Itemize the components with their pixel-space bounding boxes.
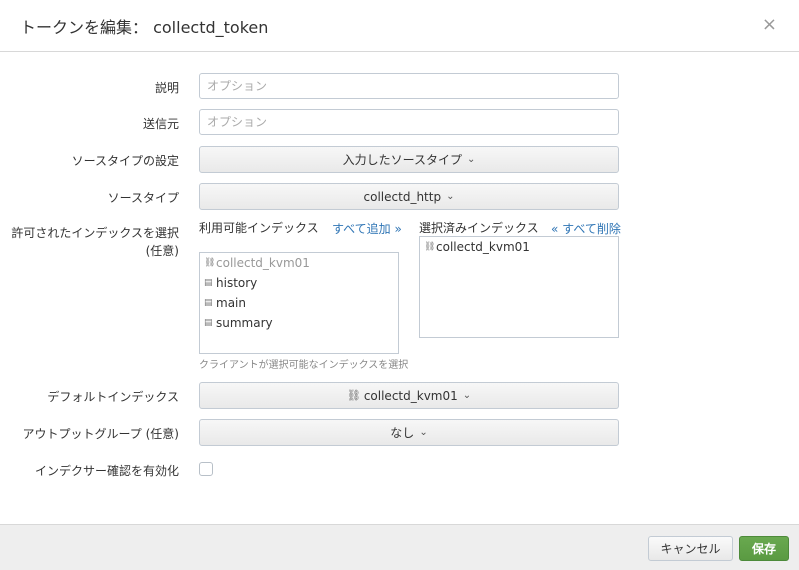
chevron-down-icon: ⌄ [419,427,428,438]
list-item[interactable]: ▤ history [200,273,398,293]
add-all-link[interactable]: すべて追加 » [332,220,402,237]
description-label: 説明 [154,81,179,95]
source-name-label: 送信元 [142,117,179,131]
output-group-label: アウトプットグループ (任意) [22,427,179,441]
selected-indexes-list[interactable]: ⛓ collectd_kvm01 [419,236,619,338]
selected-indexes-title: 選択済みインデックス [419,221,539,235]
source-type-dropdown[interactable]: collectd_http ⌄ [199,183,619,210]
cancel-button[interactable]: キャンセル [648,536,733,561]
default-index-dropdown[interactable]: ⛓ collectd_kvm01 ⌄ [199,382,619,409]
default-index-value: collectd_kvm01 [363,388,458,403]
chevron-down-icon: ⌄ [467,154,476,165]
default-index-label: デフォルトインデックス [47,390,179,404]
indexer-ack-checkbox[interactable] [199,462,213,476]
description-input[interactable] [199,73,619,99]
list-item: ⛓ collectd_kvm01 [204,256,310,270]
indexer-ack-label: インデクサー確認を有効化 [34,464,179,478]
available-indexes-title: 利用可能インデックス [199,221,319,235]
link-icon: ⛓ [424,242,436,252]
index-icon: ▤ [204,318,213,328]
index-icon: ▤ [204,298,213,308]
list-item[interactable]: ⛓ collectd_kvm01 [420,237,618,257]
link-icon: ⛓ [346,389,361,402]
allowed-indexes-label: 許可されたインデックスを選択 (任意) [11,226,179,258]
source-type-setting-dropdown[interactable]: 入力したソースタイプ ⌄ [199,146,619,173]
link-icon: ⛓ [204,258,216,268]
dialog-footer: キャンセル 保存 [0,524,799,570]
list-item[interactable]: ▤ summary [200,313,398,333]
available-indexes-list[interactable]: ⛓ collectd_kvm01 ▤ history ▤ main ▤ summ… [199,252,399,354]
chevron-down-icon: ⌄ [446,191,455,202]
list-item[interactable]: ▤ main [200,293,398,313]
source-type-setting-value: 入力したソースタイプ [342,153,462,167]
output-group-dropdown[interactable]: なし ⌄ [199,419,619,446]
index-icon: ▤ [204,278,213,288]
chevron-down-icon: ⌄ [462,390,472,401]
source-name-input[interactable] [199,109,619,135]
allowed-indexes-help: クライアントが選択可能なインデックスを選択 [199,360,409,371]
save-button[interactable]: 保存 [739,536,789,561]
source-type-setting-label: ソースタイプの設定 [71,154,179,168]
source-type-value: collectd_http [363,189,442,204]
remove-all-link[interactable]: « すべて削除 [551,220,621,237]
dialog-body: 説明 送信元 ソースタイプの設定 入力したソースタイプ ⌄ ソースタイプ col… [0,52,799,524]
source-type-label: ソースタイプ [107,191,179,205]
dialog-title: トークンを編集： collectd_token [20,18,269,37]
close-icon[interactable]: × [762,16,777,34]
dialog-header: トークンを編集： collectd_token × [0,0,799,52]
output-group-value: なし [390,426,415,440]
